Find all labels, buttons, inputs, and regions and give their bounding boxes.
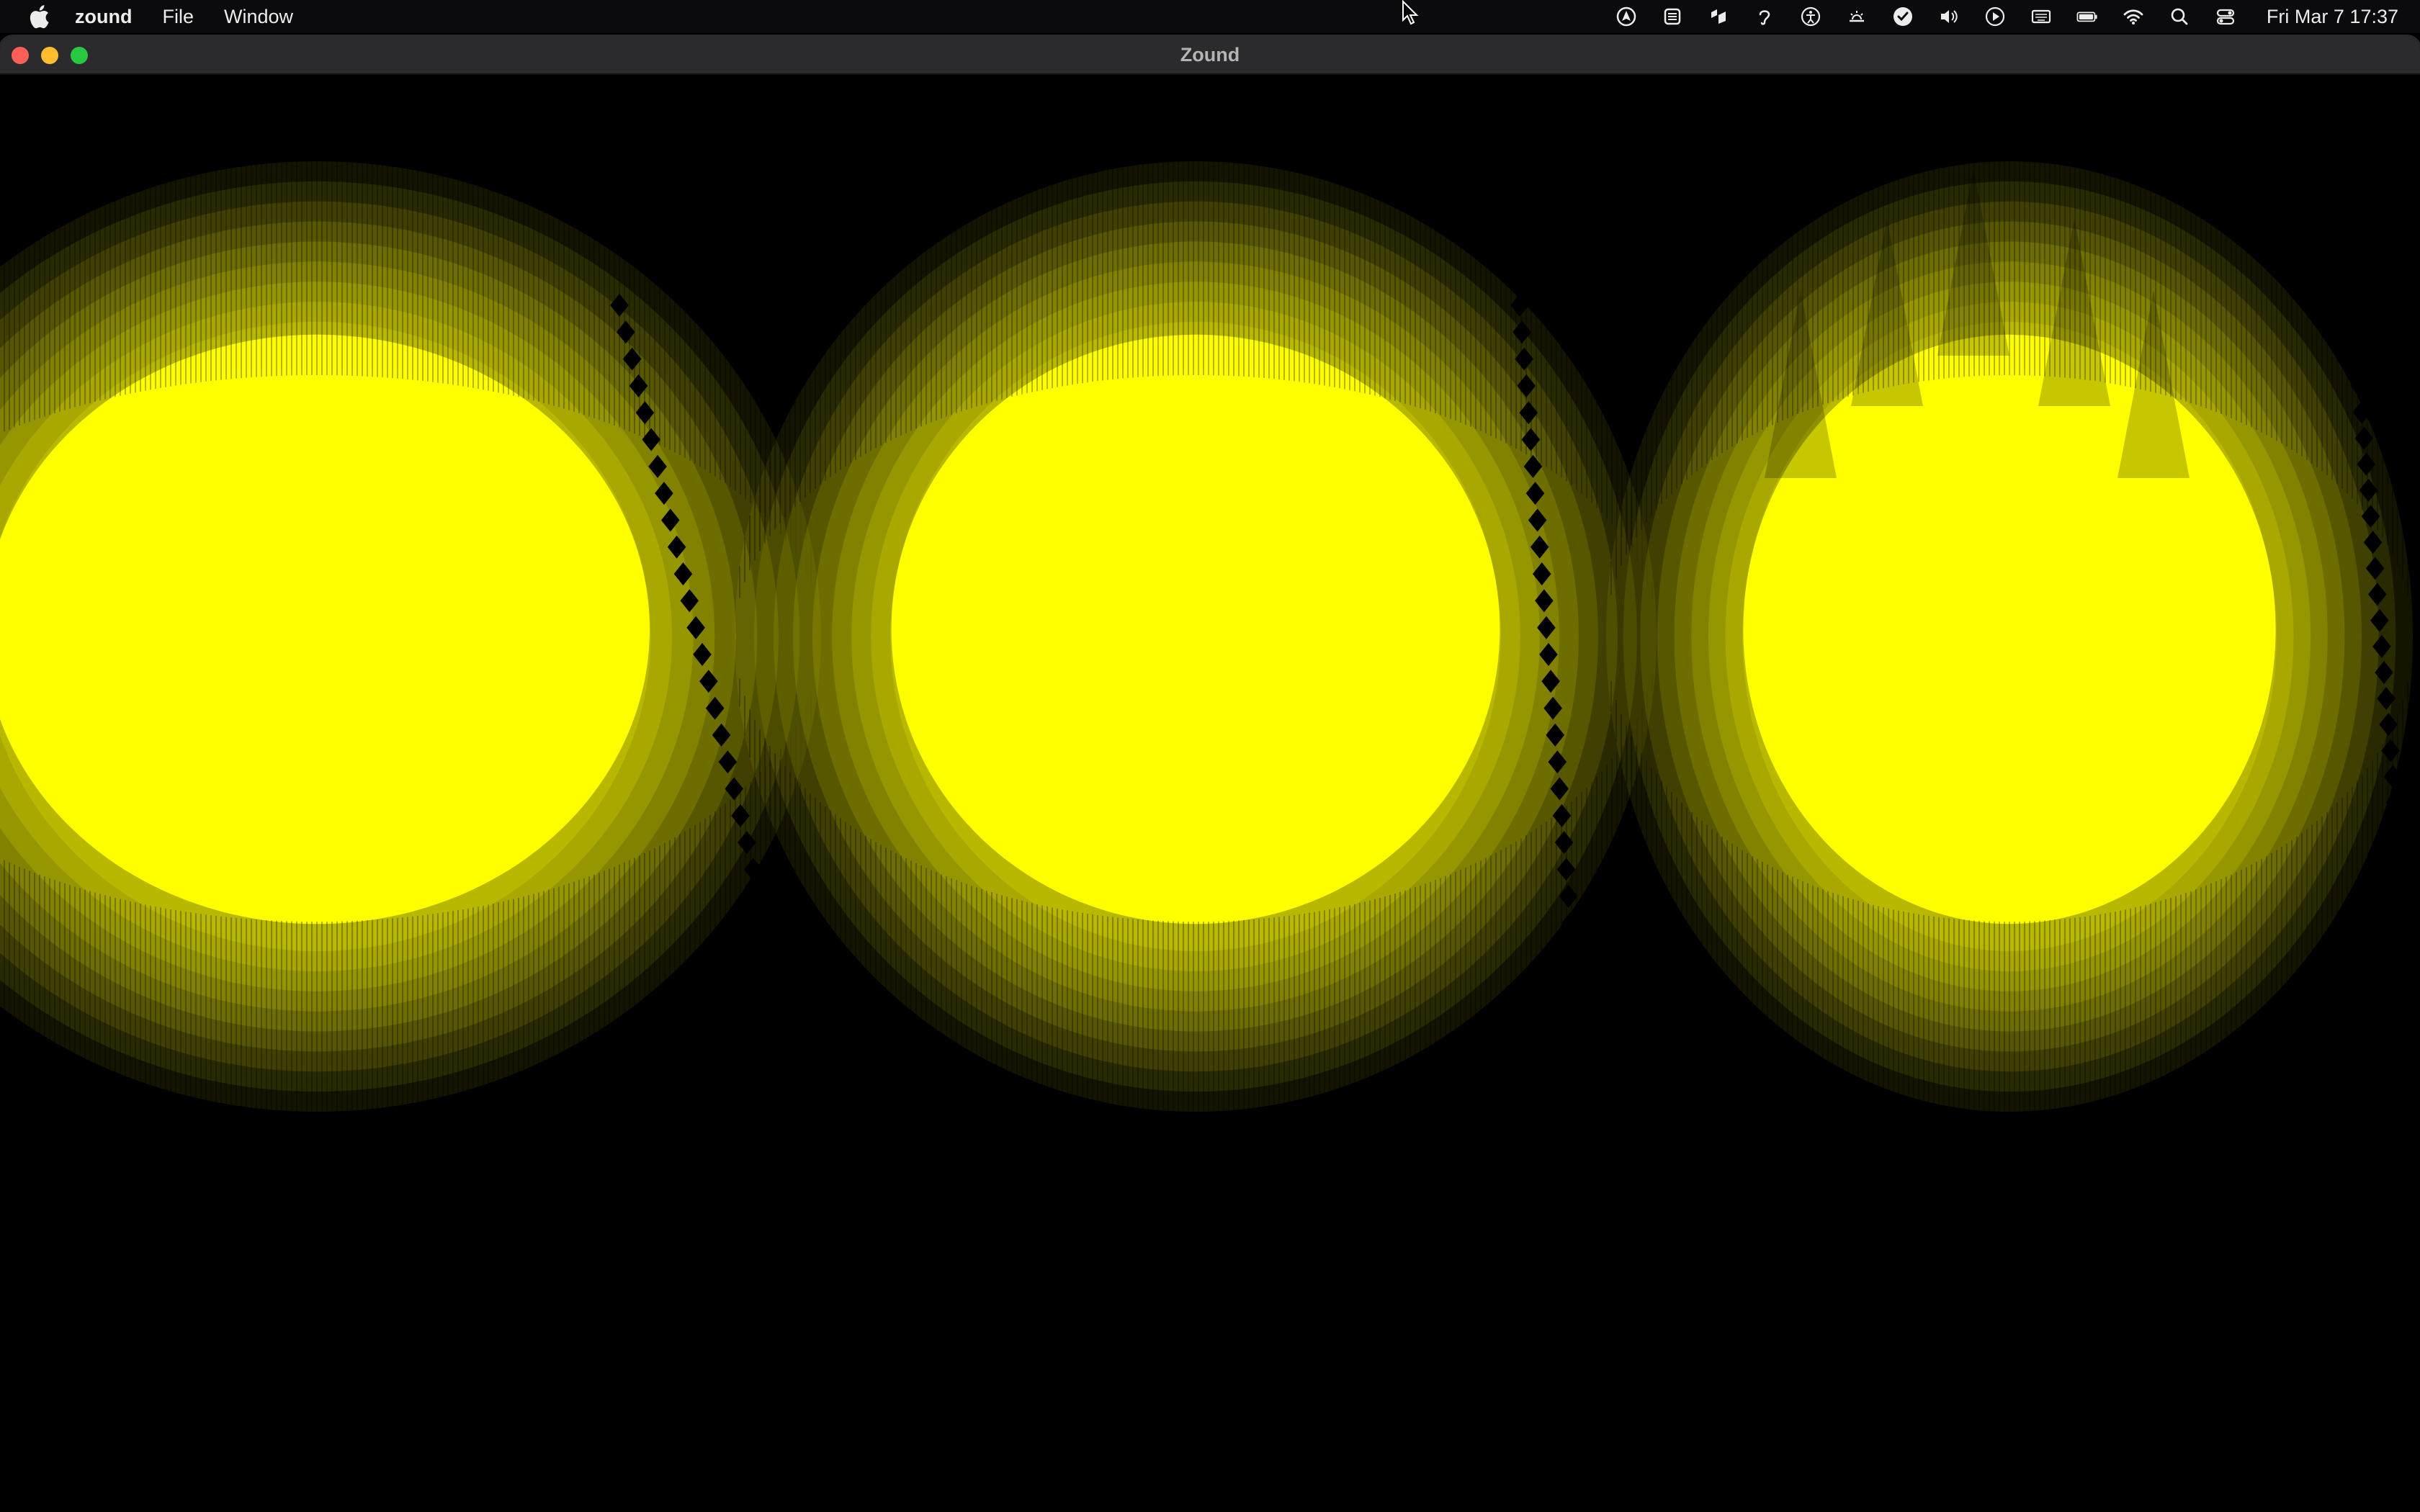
app-window: Zound xyxy=(0,36,2420,1512)
hearing-icon[interactable] xyxy=(1752,4,1777,29)
waveform-lobes xyxy=(0,161,2420,1112)
menu-bar-clock[interactable]: Fri Mar 7 17:37 xyxy=(2267,6,2398,28)
brightness-icon[interactable] xyxy=(1845,4,1869,29)
search-icon[interactable] xyxy=(2167,4,2192,29)
control-center-icon[interactable] xyxy=(2213,4,2238,29)
waveform-lobe xyxy=(1606,161,2413,1112)
mouse-cursor-icon xyxy=(1402,0,1420,26)
dropbox-icon[interactable] xyxy=(1706,4,1731,29)
waveform-core xyxy=(891,334,1500,924)
checkmark-icon[interactable] xyxy=(1891,4,1915,29)
accessibility-icon[interactable] xyxy=(1798,4,1823,29)
window-title-bar[interactable]: Zound xyxy=(0,36,2420,75)
wifi-icon[interactable] xyxy=(2121,4,2146,29)
menu-file[interactable]: File xyxy=(162,0,194,33)
vpn-icon[interactable] xyxy=(1614,4,1639,29)
menu-app-name[interactable]: zound xyxy=(75,0,132,33)
waveform-visualization xyxy=(0,161,2420,1112)
visualizer-canvas[interactable] xyxy=(0,75,2420,1512)
play-icon[interactable] xyxy=(1983,4,2007,29)
window-title: Zound xyxy=(1180,44,1240,66)
apple-icon[interactable] xyxy=(27,4,50,30)
battery-icon[interactable] xyxy=(2075,4,2099,29)
waveform-core xyxy=(0,334,650,924)
desktop: zound File Window Fri Mar 7 17:37 Zound xyxy=(0,0,2420,1512)
menu-bar: zound File Window Fri Mar 7 17:37 xyxy=(0,0,2420,33)
keyboard-icon[interactable] xyxy=(2029,4,2053,29)
menu-window[interactable]: Window xyxy=(224,0,293,33)
status-area: Fri Mar 7 17:37 xyxy=(1592,0,2398,33)
extension-icon[interactable] xyxy=(1660,4,1685,29)
volume-icon[interactable] xyxy=(1937,4,1961,29)
